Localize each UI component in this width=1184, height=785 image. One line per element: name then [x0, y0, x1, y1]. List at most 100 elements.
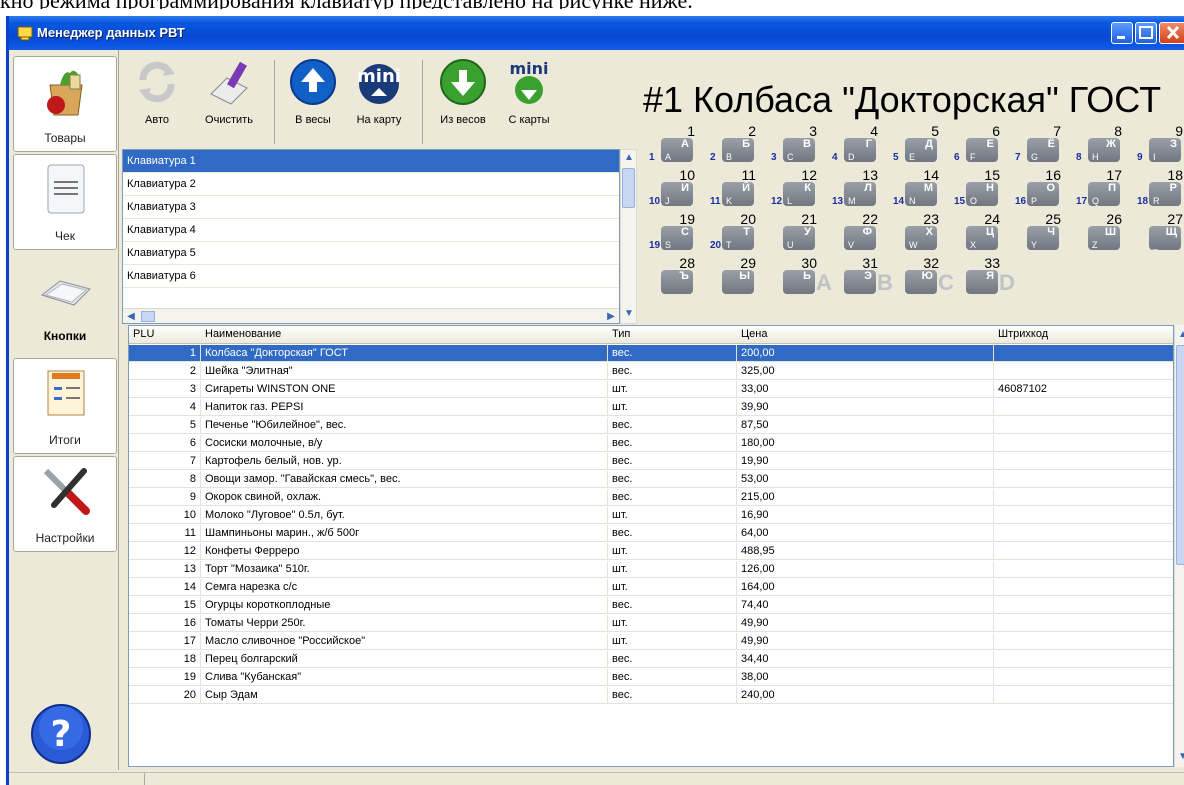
- column-header-plu[interactable]: PLU: [133, 328, 154, 340]
- cell-plu[interactable]: 4: [129, 399, 201, 416]
- cell-plu[interactable]: 16: [129, 615, 201, 632]
- cell-name[interactable]: Печенье "Юбилейное", вес.: [202, 417, 608, 434]
- cell-name[interactable]: Колбаса "Докторская" ГОСТ: [202, 345, 608, 362]
- cell-price[interactable]: 16,90: [738, 507, 994, 524]
- cell-name[interactable]: Огурцы короткоплодные: [202, 597, 608, 614]
- scroll-up-icon[interactable]: ▲: [621, 150, 637, 166]
- keyboard-key[interactable]: РR: [1149, 182, 1181, 206]
- from-card-button[interactable]: mini С карты: [498, 54, 560, 134]
- table-row[interactable]: 7 Картофель белый, нов. ур. вес. 19,90: [129, 453, 1173, 470]
- keyboard-key[interactable]: ЙK: [722, 182, 754, 206]
- cell-name[interactable]: Шампиньоны марин., ж/б 500г: [202, 525, 608, 542]
- cell-barcode[interactable]: [995, 399, 1173, 416]
- cell-type[interactable]: вес.: [609, 489, 737, 506]
- scroll-thumb[interactable]: [622, 168, 635, 208]
- scroll-down-icon[interactable]: ▼: [1175, 749, 1184, 765]
- keyboard-key[interactable]: ЛM: [844, 182, 876, 206]
- cell-type[interactable]: вес.: [609, 651, 737, 668]
- keyboard-key[interactable]: БB: [722, 138, 754, 162]
- keyboard-key[interactable]: Ю: [905, 270, 937, 294]
- to-card-button[interactable]: mini На карту: [344, 54, 414, 134]
- cell-name[interactable]: Шейка "Элитная": [202, 363, 608, 380]
- cell-name[interactable]: Торт "Мозаика" 510г.: [202, 561, 608, 578]
- cell-name[interactable]: Сигареты WINSTON ONE: [202, 381, 608, 398]
- from-scales-button[interactable]: Из весов: [430, 54, 496, 134]
- table-row[interactable]: 3 Сигареты WINSTON ONE шт. 33,00 46087102: [129, 381, 1173, 398]
- table-row[interactable]: 15 Огурцы короткоплодные вес. 74,40: [129, 597, 1173, 614]
- table-row[interactable]: 12 Конфеты Ферреро шт. 488,95: [129, 543, 1173, 560]
- keyboard-key[interactable]: ОP: [1027, 182, 1059, 206]
- cell-barcode[interactable]: [995, 687, 1173, 704]
- cell-barcode[interactable]: [995, 525, 1173, 542]
- cell-plu[interactable]: 20: [129, 687, 201, 704]
- cell-barcode[interactable]: [995, 453, 1173, 470]
- cell-price[interactable]: 49,90: [738, 633, 994, 650]
- auto-button[interactable]: Авто: [126, 54, 188, 134]
- cell-plu[interactable]: 8: [129, 471, 201, 488]
- column-header-price[interactable]: Цена: [741, 328, 767, 340]
- cell-price[interactable]: 126,00: [738, 561, 994, 578]
- cell-name[interactable]: Овощи замор. "Гавайская смесь", вес.: [202, 471, 608, 488]
- table-row[interactable]: 9 Окорок свиной, охлаж. вес. 215,00: [129, 489, 1173, 506]
- help-button[interactable]: ?: [29, 702, 93, 766]
- table-row[interactable]: 2 Шейка "Элитная" вес. 325,00: [129, 363, 1173, 380]
- cell-price[interactable]: 34,40: [738, 651, 994, 668]
- cell-type[interactable]: шт.: [609, 633, 737, 650]
- cell-type[interactable]: шт.: [609, 399, 737, 416]
- cell-price[interactable]: 180,00: [738, 435, 994, 452]
- keyboard-key[interactable]: УU: [783, 226, 815, 250]
- keyboard-key[interactable]: ЧY: [1027, 226, 1059, 250]
- keyboard-list-item[interactable]: Клавиатура 1: [123, 150, 619, 173]
- cell-plu[interactable]: 11: [129, 525, 201, 542]
- cell-barcode[interactable]: [995, 579, 1173, 596]
- keyboard-list-item[interactable]: Клавиатура 6: [123, 265, 619, 288]
- cell-price[interactable]: 200,00: [738, 345, 994, 362]
- cell-barcode[interactable]: [995, 507, 1173, 524]
- keyboard-key[interactable]: КL: [783, 182, 815, 206]
- cell-price[interactable]: 164,00: [738, 579, 994, 596]
- sidebar-item-settings[interactable]: Настройки: [13, 456, 117, 552]
- cell-name[interactable]: Слива "Кубанская": [202, 669, 608, 686]
- cell-type[interactable]: шт.: [609, 507, 737, 524]
- cell-price[interactable]: 49,90: [738, 615, 994, 632]
- maximize-button[interactable]: [1135, 22, 1157, 44]
- to-scales-button[interactable]: В весы: [282, 54, 344, 134]
- cell-plu[interactable]: 9: [129, 489, 201, 506]
- keyboard-key[interactable]: Я: [966, 270, 998, 294]
- cell-type[interactable]: вес.: [609, 345, 737, 362]
- scroll-thumb[interactable]: [141, 311, 155, 322]
- cell-plu[interactable]: 6: [129, 435, 201, 452]
- clear-button[interactable]: Очистить: [194, 54, 264, 134]
- table-row[interactable]: 6 Сосиски молочные, в/у вес. 180,00: [129, 435, 1173, 452]
- keyboard-key[interactable]: НO: [966, 182, 998, 206]
- cell-barcode[interactable]: 46087102: [995, 381, 1173, 398]
- keyboard-key[interactable]: ШZ: [1088, 226, 1120, 250]
- keyboard-key[interactable]: ПQ: [1088, 182, 1120, 206]
- cell-plu[interactable]: 14: [129, 579, 201, 596]
- cell-plu[interactable]: 18: [129, 651, 201, 668]
- keyboard-key[interactable]: АA: [661, 138, 693, 162]
- keyboard-key[interactable]: ХW: [905, 226, 937, 250]
- cell-barcode[interactable]: [995, 669, 1173, 686]
- cell-price[interactable]: 240,00: [738, 687, 994, 704]
- keyboard-key[interactable]: Щ _: [1149, 226, 1181, 250]
- scroll-up-icon[interactable]: ▲: [1175, 327, 1184, 343]
- cell-plu[interactable]: 7: [129, 453, 201, 470]
- cell-barcode[interactable]: [995, 489, 1173, 506]
- cell-barcode[interactable]: [995, 417, 1173, 434]
- table-row[interactable]: 4 Напиток газ. PEPSI шт. 39,90: [129, 399, 1173, 416]
- cell-price[interactable]: 33,00: [738, 381, 994, 398]
- cell-price[interactable]: 19,90: [738, 453, 994, 470]
- sidebar-item-totals[interactable]: Итоги: [13, 358, 117, 454]
- keyboard-key[interactable]: ЦX: [966, 226, 998, 250]
- cell-plu[interactable]: 19: [129, 669, 201, 686]
- keyboard-key[interactable]: ИJ: [661, 182, 693, 206]
- table-vscrollbar[interactable]: ▲ ▼: [1174, 325, 1184, 767]
- cell-name[interactable]: Конфеты Ферреро: [202, 543, 608, 560]
- cell-barcode[interactable]: [995, 633, 1173, 650]
- keyboard-key[interactable]: МN: [905, 182, 937, 206]
- cell-barcode[interactable]: [995, 435, 1173, 452]
- cell-type[interactable]: вес.: [609, 525, 737, 542]
- keyboard-key[interactable]: ДE: [905, 138, 937, 162]
- cell-plu[interactable]: 2: [129, 363, 201, 380]
